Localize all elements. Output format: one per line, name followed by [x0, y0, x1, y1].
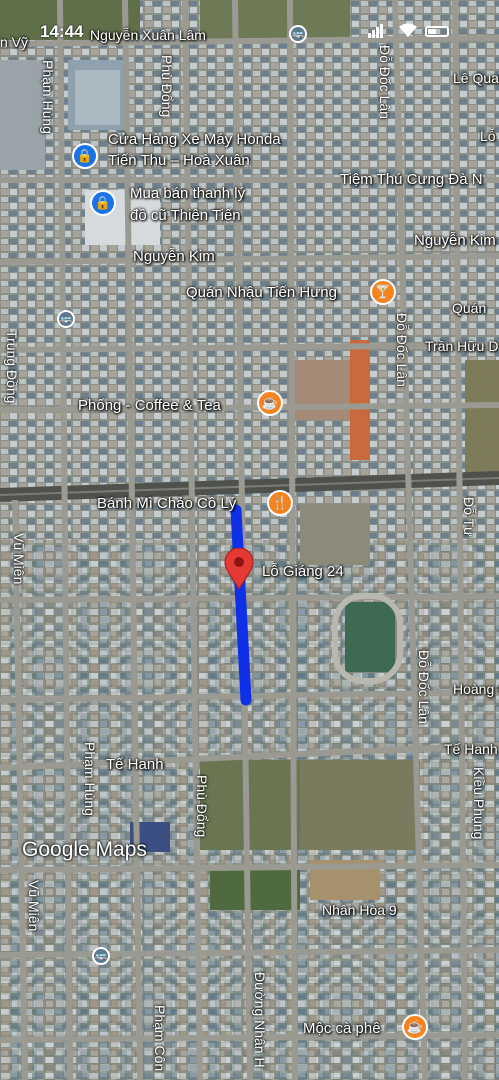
wifi-icon: [398, 22, 418, 38]
poi-label-thanh-ly-2[interactable]: đồ cũ Thiên Tiến: [130, 207, 241, 224]
street-label: Phù Đổng: [159, 55, 175, 118]
street-label: Lỗ Giáng 24: [262, 563, 344, 580]
street-label: Nhân Hòa 9: [322, 902, 397, 918]
street-label: Vũ Miên: [26, 880, 42, 932]
poi-label-quan[interactable]: Quán: [452, 300, 486, 316]
status-time: 14:44: [40, 22, 84, 41]
street-label: Trung Đồng: [4, 330, 20, 404]
google-maps-watermark: Google Maps: [22, 838, 147, 861]
battery-icon: [425, 26, 449, 37]
bus-stop-icon[interactable]: 🚌: [92, 947, 110, 965]
signal-icon: [368, 24, 384, 38]
street-label: Phạm Hùng: [82, 742, 98, 816]
bus-stop-icon[interactable]: 🚌: [289, 25, 307, 43]
status-bar: 14:44: [0, 0, 499, 41]
street-label: Đỗ Đốc Lân: [377, 45, 393, 119]
poi-label-moc-ca-phe[interactable]: Mộc cà phê: [303, 1020, 381, 1037]
poi-label-phong-coffee[interactable]: Phống - Coffee & Tea: [78, 397, 221, 414]
poi-label-tiem-thu-cung[interactable]: Tiệm Thú Cưng Đà N: [340, 171, 483, 188]
location-pin-icon[interactable]: [224, 547, 254, 590]
street-label: Vũ Miên: [11, 533, 27, 585]
street-label: Đỗ Đốc Lân: [394, 313, 410, 387]
street-label: Nguyễn Xuân Lâm: [90, 27, 206, 43]
poi-label-honda-2[interactable]: Tiến Thu – Hoà Xuân: [108, 152, 250, 169]
fork-knife-icon[interactable]: 🍴: [267, 490, 293, 516]
poi-label-thanh-ly[interactable]: Mua bán thanh lý: [130, 185, 245, 202]
coffee-cup-icon[interactable]: ☕: [402, 1014, 428, 1040]
street-label: Kiều Phụng: [471, 767, 487, 840]
street-label: Đỗ Tư: [461, 497, 477, 537]
street-label: Trần Hữu D: [425, 338, 499, 354]
poi-label-honda[interactable]: Cửa Hàng Xe Máy Honda: [108, 131, 281, 148]
street-label: Lê Quan: [453, 70, 499, 86]
street-label: Đường Nhân H: [252, 972, 268, 1068]
street-label: Nguyễn Kim: [133, 248, 215, 265]
street-label: Phạm Hùng: [40, 60, 56, 134]
poi-label-quan-nhau[interactable]: Quán Nhậu Tiến Hưng: [186, 284, 337, 301]
bus-stop-icon[interactable]: 🚌: [57, 310, 75, 328]
coffee-cup-icon[interactable]: ☕: [257, 390, 283, 416]
street-label: Tế Hanh: [444, 741, 498, 757]
street-label: Phù Đổng: [194, 775, 210, 838]
street-label: Tế Hanh: [106, 756, 164, 773]
street-label: Lỗ: [480, 128, 496, 144]
street-label: Hoàng C: [453, 681, 499, 697]
street-label: Phạm Côn: [152, 1005, 168, 1072]
street-label: Đỗ Đốc Lân: [416, 650, 432, 724]
cocktail-icon[interactable]: 🍸: [370, 279, 396, 305]
shopping-bag-icon[interactable]: 🔒: [72, 143, 98, 169]
shopping-bag-icon[interactable]: 🔒: [90, 190, 116, 216]
poi-label-banh-mi[interactable]: Bánh Mì Chảo Cô Lý: [97, 495, 236, 512]
street-label: Nguyễn Kim: [414, 232, 496, 249]
street-label: n Vỹ: [0, 34, 29, 50]
